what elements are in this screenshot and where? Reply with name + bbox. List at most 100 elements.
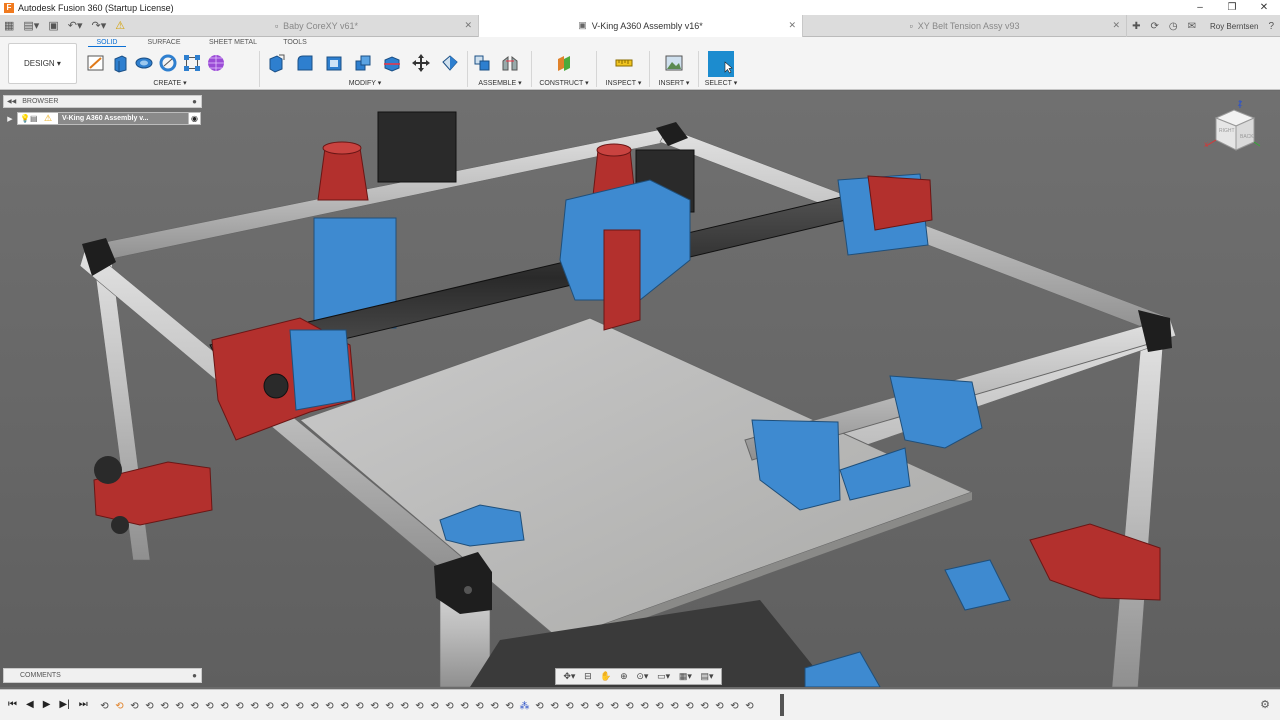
- extrude-icon[interactable]: [110, 53, 130, 73]
- select-tool-icon[interactable]: [708, 51, 734, 77]
- timeline-feature-icon[interactable]: ⟲: [653, 700, 666, 713]
- timeline-feature-icon[interactable]: ⁂: [518, 700, 531, 713]
- apps-grid-icon[interactable]: ▦: [4, 19, 14, 32]
- canvas-viewport[interactable]: [0, 91, 1280, 687]
- timeline-feature-icon[interactable]: ⟲: [668, 700, 681, 713]
- close-button[interactable]: ✕: [1248, 0, 1280, 15]
- viewcube-right-face[interactable]: RIGHT: [1219, 128, 1235, 134]
- timeline-feature-icon[interactable]: ⟲: [218, 700, 231, 713]
- tab-xy-belt-tension[interactable]: ▫ XY Belt Tension Assy v93 ✕: [803, 14, 1127, 37]
- step-forward-icon[interactable]: ▶|: [59, 699, 69, 710]
- timeline-feature-icon[interactable]: ⟲: [398, 700, 411, 713]
- tab-close-icon[interactable]: ✕: [464, 20, 472, 31]
- timeline-feature-icon[interactable]: ⟲: [158, 700, 171, 713]
- tab-tools[interactable]: TOOLS: [264, 39, 326, 47]
- create-menu[interactable]: CREATE ▾: [86, 79, 254, 87]
- timeline-settings-icon[interactable]: ⚙: [1260, 698, 1270, 711]
- timeline-feature-icon[interactable]: ⟲: [713, 700, 726, 713]
- construct-menu[interactable]: CONSTRUCT ▾: [536, 79, 592, 87]
- panel-options-icon[interactable]: ●: [192, 671, 197, 680]
- modify-menu[interactable]: MODIFY ▾: [266, 79, 464, 87]
- combine-icon[interactable]: [353, 53, 373, 73]
- appearance-icon[interactable]: [440, 53, 460, 73]
- timeline-feature-icon[interactable]: ⟲: [578, 700, 591, 713]
- grid-settings-icon[interactable]: ▦▾: [679, 671, 692, 682]
- timeline-feature-icon[interactable]: ⟲: [563, 700, 576, 713]
- timeline-feature-icon[interactable]: ⟲: [743, 700, 756, 713]
- pattern-icon[interactable]: [182, 53, 202, 73]
- warning-icon[interactable]: ⚠: [115, 19, 125, 32]
- timeline-feature-icon[interactable]: ⟲: [368, 700, 381, 713]
- new-tab-icon[interactable]: ✚: [1132, 21, 1140, 32]
- redo-icon[interactable]: ↷▾: [91, 19, 106, 32]
- visibility-bulb-icon[interactable]: 💡: [20, 114, 30, 123]
- pan-icon[interactable]: ✋: [600, 671, 611, 682]
- timeline-feature-icon[interactable]: ⟲: [533, 700, 546, 713]
- timeline-feature-icon[interactable]: ⟲: [98, 700, 111, 713]
- split-body-icon[interactable]: [382, 53, 402, 73]
- move-copy-icon[interactable]: [411, 53, 431, 73]
- timeline-feature-icon[interactable]: ⟲: [728, 700, 741, 713]
- timeline-feature-icon[interactable]: ⟲: [443, 700, 456, 713]
- display-settings-icon[interactable]: ▭▾: [657, 671, 670, 682]
- go-to-start-icon[interactable]: ⏮: [8, 699, 17, 710]
- timeline-feature-icon[interactable]: ⟲: [293, 700, 306, 713]
- maximize-button[interactable]: ❐: [1216, 0, 1248, 15]
- timeline-feature-icon[interactable]: ⟲: [608, 700, 621, 713]
- timeline-feature-icon[interactable]: ⟲: [503, 700, 516, 713]
- panel-options-icon[interactable]: ●: [192, 97, 197, 106]
- timeline-marker[interactable]: [780, 694, 784, 716]
- timeline-feature-icon[interactable]: ⟲: [323, 700, 336, 713]
- minimize-button[interactable]: –: [1184, 0, 1216, 15]
- timeline-feature-icon[interactable]: ⟲: [233, 700, 246, 713]
- inspect-menu[interactable]: INSPECT ▾: [601, 79, 646, 87]
- timeline-feature-icon[interactable]: ⟲: [278, 700, 291, 713]
- timeline-feature-icon[interactable]: ⟲: [413, 700, 426, 713]
- workspace-switcher-button[interactable]: DESIGN ▾: [8, 43, 77, 84]
- joint-icon[interactable]: [500, 53, 520, 73]
- browser-header[interactable]: ◀◀ BROWSER ●: [3, 95, 202, 108]
- play-icon[interactable]: ▶: [43, 699, 51, 710]
- tab-solid[interactable]: SOLID: [88, 39, 126, 47]
- tab-close-icon[interactable]: ✕: [788, 20, 796, 31]
- activate-radio-icon[interactable]: ◉: [188, 112, 201, 125]
- browser-root-item[interactable]: ▶ 💡 ▤ ⚠ V-King A360 Assembly v... ◉: [3, 111, 202, 126]
- assemble-menu[interactable]: ASSEMBLE ▾: [472, 79, 528, 87]
- undo-icon[interactable]: ↶▾: [68, 19, 83, 32]
- timeline-feature-icon[interactable]: ⟲: [338, 700, 351, 713]
- root-component-name[interactable]: V-King A360 Assembly v...: [58, 113, 190, 124]
- timeline-feature-icon[interactable]: ⟲: [128, 700, 141, 713]
- timeline-feature-icon[interactable]: ⟲: [308, 700, 321, 713]
- sweep-icon[interactable]: [158, 53, 178, 73]
- fillet-icon[interactable]: [295, 53, 315, 73]
- timeline-feature-icon[interactable]: ⟲: [683, 700, 696, 713]
- orbit-icon[interactable]: ✥▾: [563, 671, 575, 682]
- form-icon[interactable]: [206, 53, 226, 73]
- timeline-feature-icon[interactable]: ⟲: [188, 700, 201, 713]
- viewcube[interactable]: Z RIGHT BACK X: [1204, 98, 1264, 158]
- new-component-icon[interactable]: [472, 53, 492, 73]
- look-at-icon[interactable]: ⊟: [584, 671, 592, 682]
- timeline-feature-icon[interactable]: ⟲: [458, 700, 471, 713]
- tab-v-king-assembly[interactable]: ▣ V-King A360 Assembly v16* ✕: [479, 14, 803, 37]
- timeline-feature-icon[interactable]: ⟲: [263, 700, 276, 713]
- timeline-feature-icon[interactable]: ⟲: [593, 700, 606, 713]
- collapse-icon[interactable]: ◀◀: [7, 98, 16, 105]
- tab-baby-corexy[interactable]: ▫ Baby CoreXY v61* ✕: [155, 14, 479, 37]
- viewports-icon[interactable]: ▤▾: [701, 671, 714, 682]
- job-status-icon[interactable]: ◷: [1169, 21, 1178, 32]
- insert-menu[interactable]: INSERT ▾: [653, 79, 695, 87]
- timeline-feature-icon[interactable]: ⟲: [488, 700, 501, 713]
- timeline-feature-icon[interactable]: ⟲: [353, 700, 366, 713]
- save-icon[interactable]: ▣: [48, 19, 58, 32]
- revolve-icon[interactable]: [134, 53, 154, 73]
- timeline-feature-icon[interactable]: ⟲: [173, 700, 186, 713]
- timeline-feature-icon[interactable]: ⟲: [698, 700, 711, 713]
- printer-assembly-model[interactable]: [0, 91, 1280, 687]
- timeline-feature-icon[interactable]: ⟲: [383, 700, 396, 713]
- extensions-icon[interactable]: ⟳: [1150, 21, 1158, 32]
- timeline-feature-icon[interactable]: ⟲: [203, 700, 216, 713]
- timeline-feature-icon[interactable]: ⟲: [248, 700, 261, 713]
- measure-icon[interactable]: [614, 53, 634, 73]
- press-pull-icon[interactable]: [266, 53, 286, 73]
